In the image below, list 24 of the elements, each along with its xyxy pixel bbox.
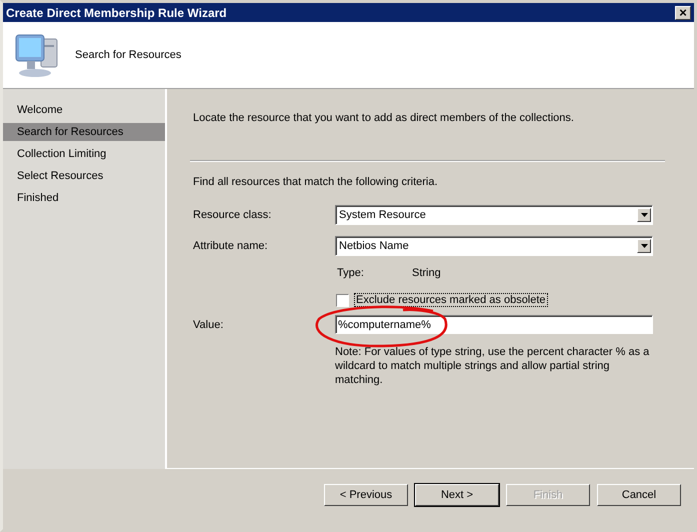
field-label: Resource class: [193,209,272,221]
field-label: Attribute name: [193,240,269,252]
type-value: String [412,267,441,279]
criteria-text: Find all resources that match the following criteria. [193,176,439,188]
note-text: Note: For values of type string, use the percent character % as a wildcard to match multiple strings and allow partial string matching. [335,345,650,387]
step-item[interactable]: Search for Resources [3,123,165,141]
step-item[interactable]: Finished [3,189,165,207]
step-item[interactable]: Select Resources [3,167,165,185]
field-label: Value: [193,318,224,330]
resource-class-dropdown[interactable]: System Resource [335,205,653,225]
close-button[interactable]: × [675,6,691,20]
page-title: Search for Resources [75,49,182,61]
step-item[interactable]: Welcome [3,101,165,119]
step-item[interactable]: Collection Limiting [3,145,165,163]
value-field[interactable]: %computername% [335,315,653,334]
wizard-button[interactable]: < Previous [324,484,408,506]
type-label: Type: [337,267,365,279]
attribute-name-dropdown[interactable]: Netbios Name [335,236,653,256]
checkbox-label[interactable]: Exclude resources marked as obsolete [354,293,548,307]
intro-text: Locate the resource that you want to add as direct members of the collections. [193,112,575,124]
wizard-button[interactable]: Next > [415,484,499,506]
wizard-button[interactable]: Cancel [597,484,681,506]
checkbox[interactable] [336,294,349,306]
window-title: Create Direct Membership Rule Wizard [6,6,227,20]
